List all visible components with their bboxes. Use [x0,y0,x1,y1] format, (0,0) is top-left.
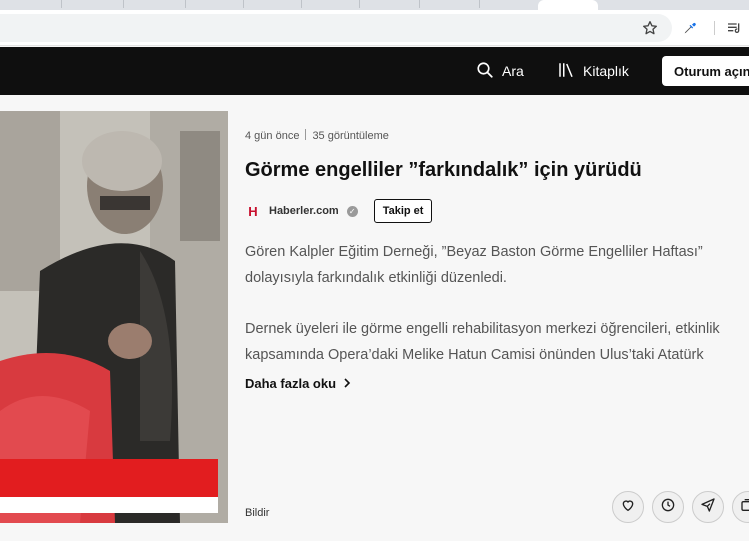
browser-tab[interactable] [186,0,244,8]
article-meta: 4 gün önce 35 görüntüleme [245,129,389,142]
browser-tab[interactable] [420,0,480,8]
browser-tab-active[interactable] [538,0,598,10]
search-nav-button[interactable]: Ara [476,47,524,95]
toolbar-separator [714,21,715,35]
eyedropper-icon[interactable] [680,18,700,38]
reading-list-icon[interactable] [724,18,744,38]
browser-toolbar [0,10,749,46]
article-paragraph-line: kapsamında Opera’daki Melike Hatun Camis… [245,347,704,363]
browser-tab[interactable] [124,0,186,8]
signin-button[interactable]: Oturum açın [662,56,749,86]
article-title[interactable]: Görme engelliler ”farkındalık” için yürü… [245,159,642,182]
thumbnail-image [0,111,228,523]
chevron-right-icon [342,376,352,391]
read-more-label: Daha fazla oku [245,376,337,391]
address-bar[interactable] [0,14,672,42]
read-more-link[interactable]: Daha fazla oku [245,376,352,391]
like-button[interactable] [612,491,644,523]
browser-tab[interactable] [360,0,420,8]
share-icon [700,497,716,518]
share-button[interactable] [692,491,724,523]
source-name[interactable]: Haberler.com [269,205,339,217]
browser-tab[interactable] [302,0,360,8]
browser-tab[interactable] [0,0,62,8]
follow-button[interactable]: Takip et [373,199,433,223]
search-nav-label: Ara [502,63,524,79]
search-icon [476,61,494,82]
add-to-collection-button[interactable] [732,491,749,523]
browser-tab[interactable] [62,0,124,8]
heart-icon [620,497,636,518]
browser-tab[interactable] [244,0,302,8]
video-thumbnail[interactable] [0,111,228,523]
article-paragraph-line: Dernek üyeleri ile görme engelli rehabil… [245,321,720,337]
article-views: 35 görüntüleme [312,130,389,142]
report-link[interactable]: Bildir [245,507,269,519]
collection-icon [740,497,749,518]
article-paragraph-line: dolayısıyla farkındalık etkinliği düzenl… [245,270,507,286]
library-nav-label: Kitaplık [583,63,629,79]
article-source: H Haberler.com ✓ Takip et [245,199,433,223]
meta-separator [305,129,307,140]
watch-later-button[interactable] [652,491,684,523]
library-nav-button[interactable]: Kitaplık [557,47,629,95]
article-paragraph-line: Gören Kalpler Eğitim Derneği, ”Beyaz Bas… [245,244,703,260]
site-navbar: Ara Kitaplık Oturum açın [0,47,749,95]
article-age: 4 gün önce [245,130,300,142]
star-icon[interactable] [640,18,660,38]
clock-icon [660,497,676,518]
library-icon [557,61,575,82]
browser-tab-strip [0,0,749,10]
verified-badge-icon: ✓ [346,205,358,217]
source-logo-icon[interactable]: H [245,203,261,219]
